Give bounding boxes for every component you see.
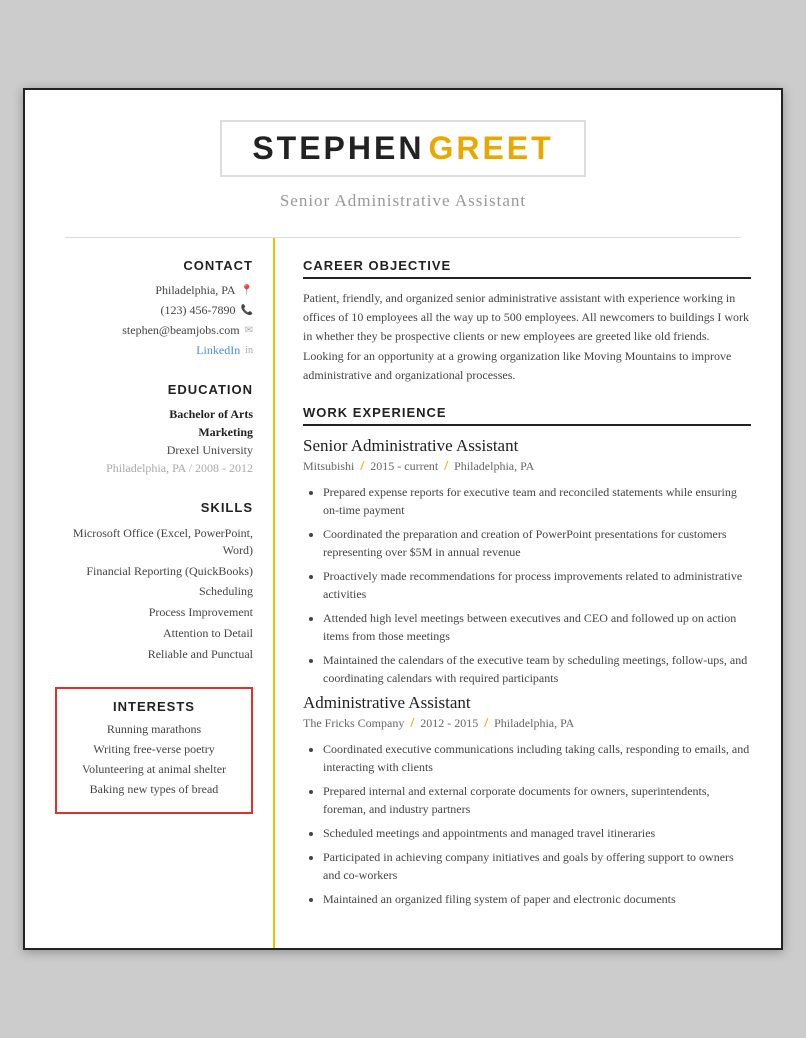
work-experience-section: WORK EXPERIENCE Senior Administrative As… — [303, 405, 751, 908]
job-location-2: Philadelphia, PA — [494, 716, 574, 731]
career-objective-section: CAREER OBJECTIVE Patient, friendly, and … — [303, 258, 751, 385]
skill-2: Financial Reporting (QuickBooks) — [55, 563, 253, 580]
career-objective-text: Patient, friendly, and organized senior … — [303, 289, 751, 385]
name-box: STEPHEN GREET — [220, 120, 585, 177]
job-company-2: The Fricks Company — [303, 716, 404, 731]
interest-4: Baking new types of bread — [69, 782, 239, 797]
bullet-1-4: Attended high level meetings between exe… — [323, 609, 751, 645]
bullet-1-5: Maintained the calendars of the executiv… — [323, 651, 751, 687]
job-location-1: Philadelphia, PA — [454, 459, 534, 474]
interest-2: Writing free-verse poetry — [69, 742, 239, 757]
interest-3: Volunteering at animal shelter — [69, 762, 239, 777]
bullet-1-1: Prepared expense reports for executive t… — [323, 483, 751, 519]
job-meta-1: Mitsubishi / 2015 - current / Philadelph… — [303, 459, 751, 475]
career-objective-title: CAREER OBJECTIVE — [303, 258, 751, 279]
job-bullets-2: Coordinated executive communications inc… — [323, 740, 751, 908]
main-content: CAREER OBJECTIVE Patient, friendly, and … — [275, 238, 781, 948]
skill-1: Microsoft Office (Excel, PowerPoint, Wor… — [55, 525, 253, 559]
interest-1: Running marathons — [69, 722, 239, 737]
first-name: STEPHEN — [252, 130, 424, 166]
bullet-1-2: Coordinated the preparation and creation… — [323, 525, 751, 561]
contact-location: Philadelphia, PA 📍 — [55, 283, 253, 298]
education-location-year: Philadelphia, PA / 2008 - 2012 — [55, 461, 253, 476]
location-icon: 📍 — [241, 285, 253, 296]
skill-4: Process Improvement — [55, 604, 253, 621]
resume-header: STEPHEN GREET Senior Administrative Assi… — [25, 90, 781, 221]
interests-section: INTERESTS Running marathons Writing free… — [55, 687, 253, 814]
skill-6: Reliable and Punctual — [55, 646, 253, 663]
education-section: EDUCATION Bachelor of Arts Marketing Dre… — [55, 382, 253, 476]
work-experience-title: WORK EXPERIENCE — [303, 405, 751, 426]
job-subtitle: Senior Administrative Assistant — [65, 191, 741, 211]
bullet-2-5: Maintained an organized filing system of… — [323, 890, 751, 908]
linkedin-link[interactable]: LinkedIn — [196, 343, 240, 358]
job-entry-2: Administrative Assistant The Fricks Comp… — [303, 693, 751, 908]
skills-title: SKILLS — [55, 500, 253, 515]
sidebar: CONTACT Philadelphia, PA 📍 (123) 456-789… — [25, 238, 275, 948]
education-title: EDUCATION — [55, 382, 253, 397]
contact-linkedin[interactable]: LinkedIn in — [55, 343, 253, 358]
interests-title: INTERESTS — [69, 699, 239, 714]
job-company-1: Mitsubishi — [303, 459, 354, 474]
job-entry-1: Senior Administrative Assistant Mitsubis… — [303, 436, 751, 687]
sep2a: / — [410, 716, 414, 732]
job-period-1: 2015 - current — [370, 459, 438, 474]
phone-text: (123) 456-7890 — [161, 303, 236, 318]
job-period-2: 2012 - 2015 — [420, 716, 478, 731]
bullet-1-3: Proactively made recommendations for pro… — [323, 567, 751, 603]
contact-title: CONTACT — [55, 258, 253, 273]
job-title-1: Senior Administrative Assistant — [303, 436, 751, 456]
email-icon: ✉ — [245, 325, 253, 336]
education-major: Marketing — [55, 425, 253, 440]
bullet-2-1: Coordinated executive communications inc… — [323, 740, 751, 776]
sep1a: / — [360, 459, 364, 475]
linkedin-icon: in — [245, 345, 253, 356]
education-degree: Bachelor of Arts — [55, 407, 253, 422]
bullet-2-2: Prepared internal and external corporate… — [323, 782, 751, 818]
location-text: Philadelphia, PA — [155, 283, 235, 298]
sep1b: / — [444, 459, 448, 475]
body-layout: CONTACT Philadelphia, PA 📍 (123) 456-789… — [25, 238, 781, 948]
last-name: GREET — [428, 130, 553, 166]
email-text: stephen@beamjobs.com — [122, 323, 239, 338]
skill-5: Attention to Detail — [55, 625, 253, 642]
bullet-2-4: Participated in achieving company initia… — [323, 848, 751, 884]
skills-section: SKILLS Microsoft Office (Excel, PowerPoi… — [55, 500, 253, 663]
job-title-2: Administrative Assistant — [303, 693, 751, 713]
bullet-2-3: Scheduled meetings and appointments and … — [323, 824, 751, 842]
contact-phone: (123) 456-7890 📞 — [55, 303, 253, 318]
phone-icon: 📞 — [241, 305, 253, 316]
education-university: Drexel University — [55, 443, 253, 458]
skill-3: Scheduling — [55, 583, 253, 600]
sep2b: / — [484, 716, 488, 732]
contact-email: stephen@beamjobs.com ✉ — [55, 323, 253, 338]
job-bullets-1: Prepared expense reports for executive t… — [323, 483, 751, 687]
job-meta-2: The Fricks Company / 2012 - 2015 / Phila… — [303, 716, 751, 732]
resume-wrapper: STEPHEN GREET Senior Administrative Assi… — [23, 88, 783, 950]
contact-section: CONTACT Philadelphia, PA 📍 (123) 456-789… — [55, 258, 253, 358]
